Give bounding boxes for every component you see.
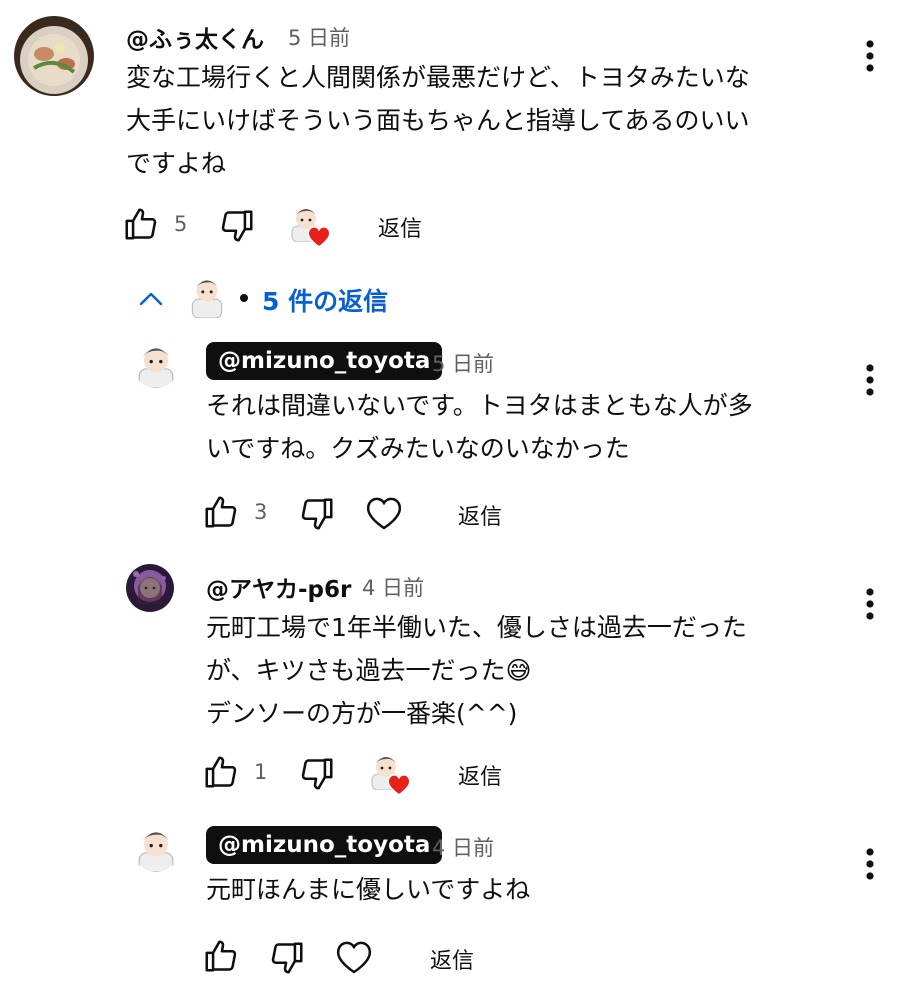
avatar[interactable] (132, 340, 180, 388)
avatar[interactable] (132, 824, 180, 872)
more-actions-icon[interactable] (858, 586, 882, 622)
reply-button[interactable]: 返信 (458, 759, 502, 791)
reply-button[interactable]: 返信 (378, 211, 422, 243)
like-icon[interactable] (122, 205, 160, 243)
creator-handle-chip[interactable]: @mizuno_toyota (206, 826, 443, 864)
heart-outline-icon[interactable] (364, 494, 404, 532)
dislike-icon[interactable] (218, 207, 256, 245)
replies-creator-avatar (186, 272, 228, 322)
heart-icon (387, 773, 411, 796)
like-count: 3 (254, 500, 268, 524)
like-count: 5 (174, 212, 188, 236)
dislike-icon[interactable] (298, 495, 336, 533)
comment-text: 元町ほんまに優しいですよね (206, 875, 531, 904)
ramen-avatar-image (14, 16, 94, 96)
comment-author-handle[interactable]: @アヤカ-p6r (206, 570, 351, 604)
dislike-icon[interactable] (298, 755, 336, 793)
comment-text: 元町工場で1年半働いた、優しさは過去一だった が、キツさも過去一だった😅 デンソ… (206, 613, 747, 728)
dislike-icon[interactable] (268, 939, 306, 977)
more-actions-icon[interactable] (858, 38, 882, 74)
creator-avatar-icon (191, 280, 223, 319)
comment-text: それは間違いないです。トヨタはまともな人が多 いですね。クズみたいなのいなかった (206, 391, 753, 463)
creator-heart-badge (286, 202, 332, 250)
heart-outline-icon[interactable] (334, 938, 374, 976)
comment-timestamp[interactable]: 5 日前 (288, 22, 350, 52)
avatar[interactable] (14, 16, 94, 96)
comment-timestamp[interactable]: 4 日前 (432, 832, 494, 862)
replies-toggle-button[interactable]: 5 件の返信 (262, 282, 388, 318)
creator-avatar-icon (138, 348, 174, 388)
creator-heart-badge (366, 750, 412, 798)
chevron-up-icon[interactable] (138, 290, 164, 308)
like-icon[interactable] (202, 937, 240, 975)
like-icon[interactable] (202, 493, 240, 531)
more-actions-icon[interactable] (858, 362, 882, 398)
creator-handle-chip[interactable]: @mizuno_toyota (206, 342, 443, 380)
avatar[interactable] (126, 564, 174, 612)
user-avatar-image (126, 564, 174, 612)
creator-avatar-icon (138, 832, 174, 872)
more-actions-icon[interactable] (858, 846, 882, 882)
like-icon[interactable] (202, 753, 240, 791)
heart-icon (307, 225, 331, 248)
reply-button[interactable]: 返信 (430, 943, 474, 975)
comment-text: 変な工場行くと人間関係が最悪だけど、トヨタみたいな 大手にいけばそういう面もちゃ… (126, 63, 750, 178)
reply-button[interactable]: 返信 (458, 499, 502, 531)
like-count: 1 (254, 760, 268, 784)
comment-timestamp[interactable]: 5 日前 (432, 348, 494, 378)
separator-dot (240, 294, 248, 302)
comment-author-handle[interactable]: @ふぅ太くん (126, 20, 264, 54)
comment-timestamp[interactable]: 4 日前 (362, 572, 424, 602)
